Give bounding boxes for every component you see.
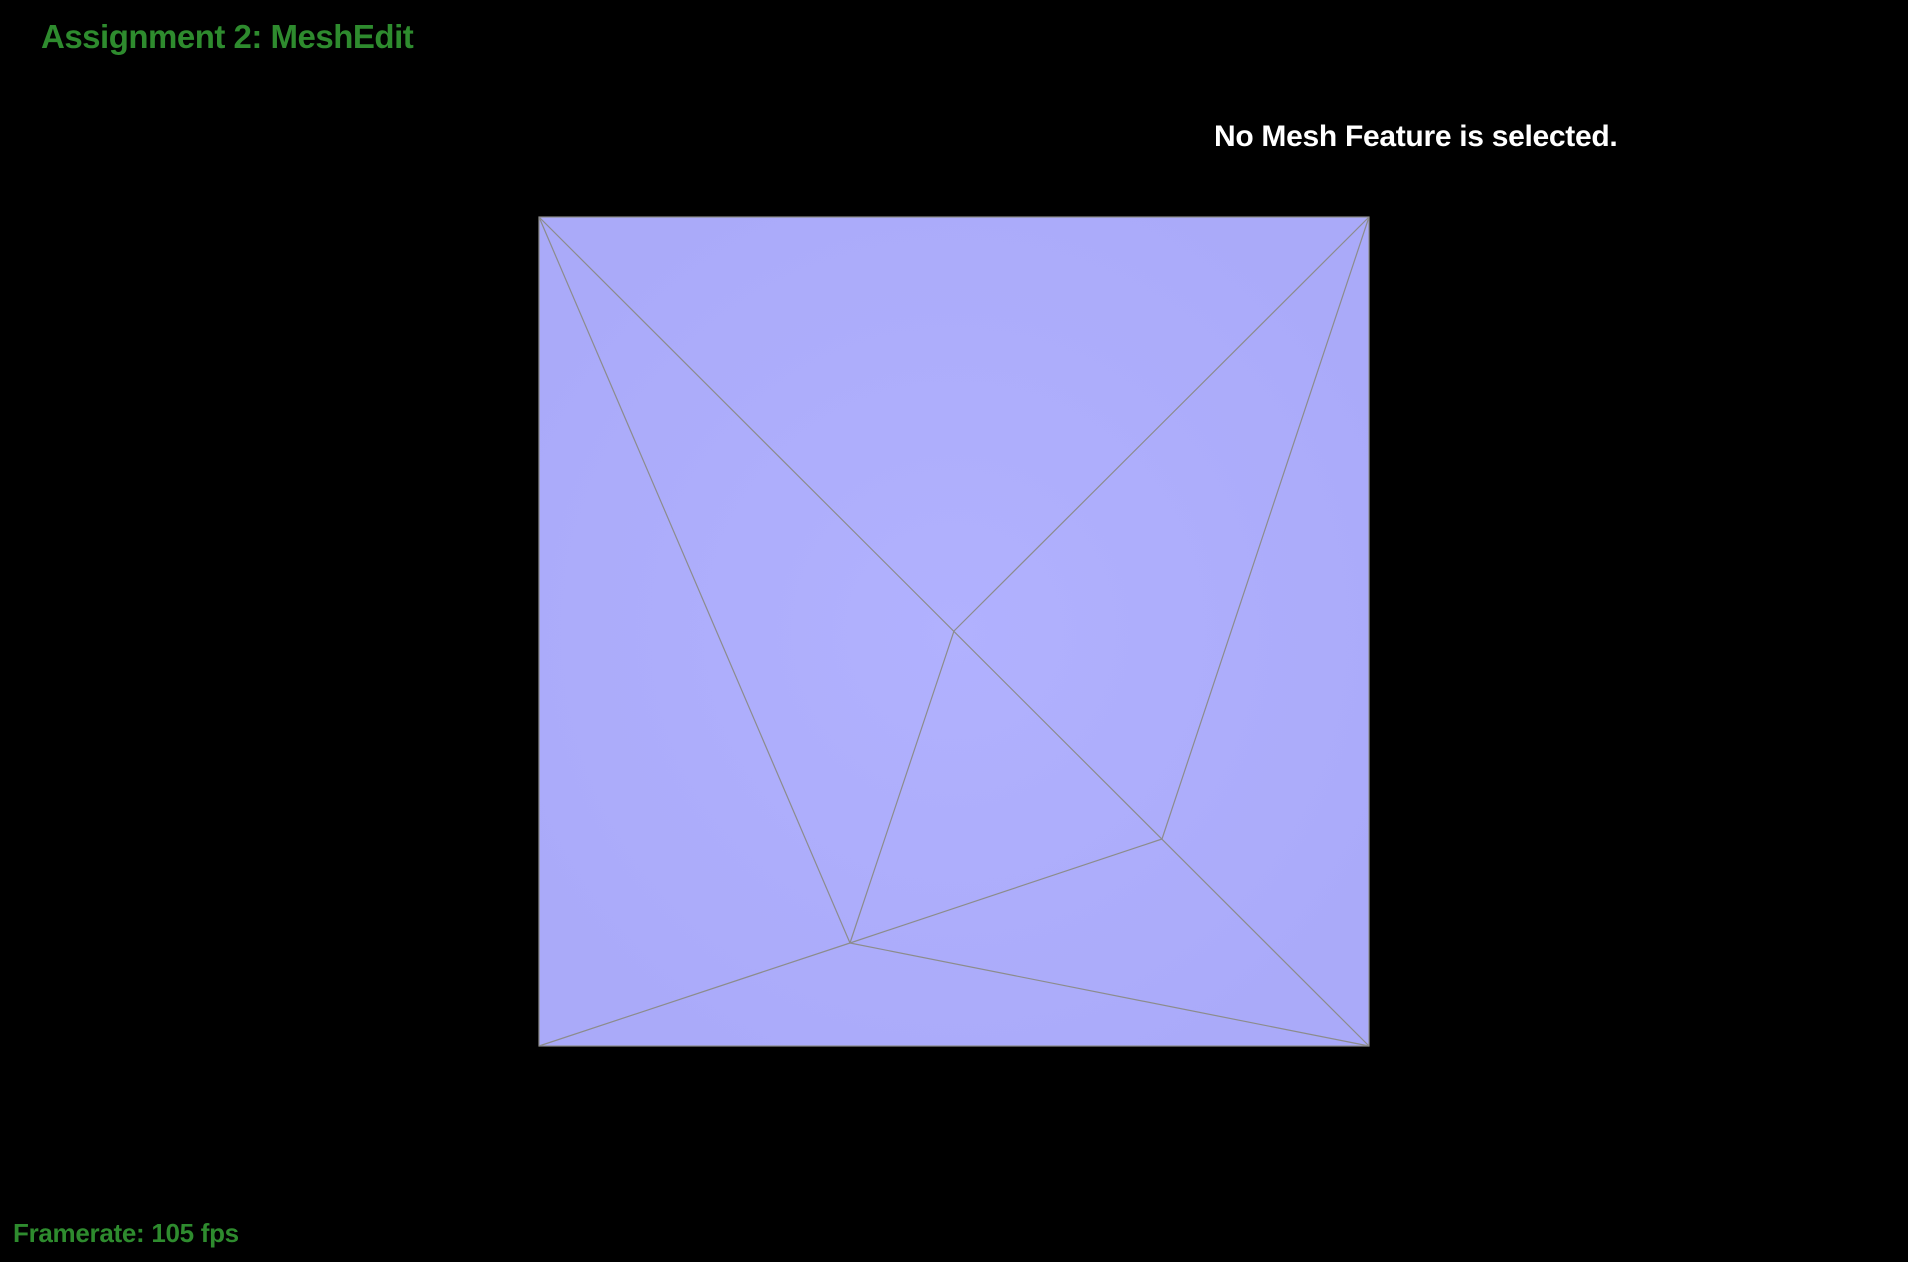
meshedit-window: Assignment 2: MeshEdit No Mesh Feature i… (0, 0, 1908, 1262)
framerate-readout: Framerate: 105 fps (13, 1218, 239, 1248)
app-title: Assignment 2: MeshEdit (41, 18, 414, 55)
mesh-viewport[interactable] (0, 0, 1908, 1262)
selection-status: No Mesh Feature is selected. (1214, 120, 1618, 153)
